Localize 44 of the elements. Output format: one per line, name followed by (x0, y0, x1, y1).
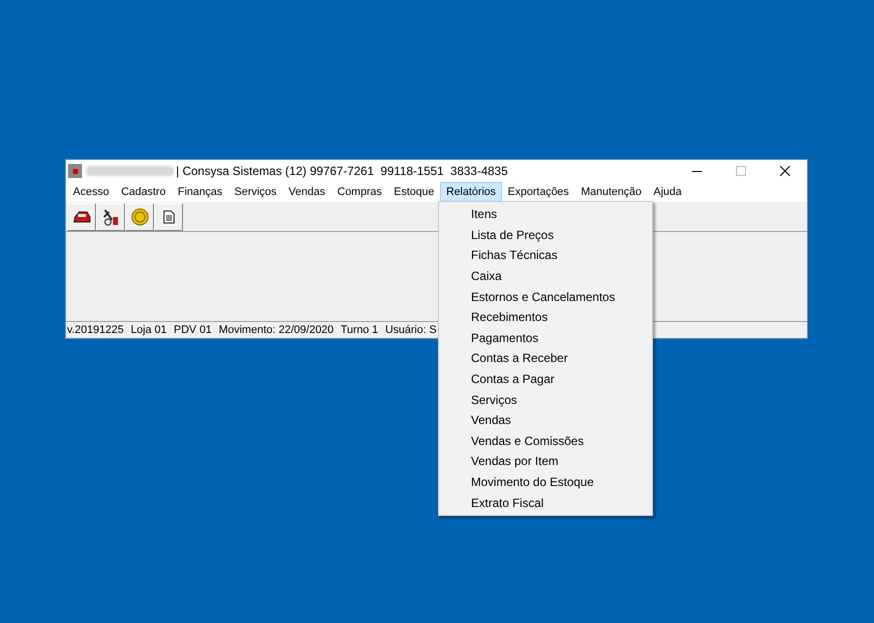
menu-item[interactable]: Serviços (228, 182, 283, 202)
maximize-icon (736, 166, 746, 176)
menu-item[interactable]: Compras (331, 182, 388, 202)
menu-item[interactable]: Ajuda (647, 182, 688, 202)
dropdown-item[interactable]: Serviços (439, 389, 652, 410)
tools-icon (102, 208, 120, 226)
menu-item[interactable]: Manutenção (574, 182, 648, 202)
dropdown-item[interactable]: Vendas (439, 410, 652, 431)
dropdown-item[interactable]: Lista de Preços (439, 224, 652, 246)
status-text: Movimento: 22/09/2020 (218, 322, 334, 338)
minimize-icon (692, 170, 702, 172)
dropdown-item[interactable]: Vendas e Comissões (439, 430, 652, 452)
toolbar-button[interactable] (67, 202, 96, 230)
dropdown-item[interactable]: Itens (439, 204, 652, 225)
status-text: Usuário: S (385, 322, 437, 338)
printer-icon (72, 210, 90, 224)
window-title: | Consysa Sistemas (12) 99767-7261 99118-1551 3833-4835 (176, 163, 508, 180)
coin-icon (130, 208, 148, 226)
menu-item[interactable]: Exportações (502, 182, 575, 202)
status-text: PDV 01 (174, 322, 212, 338)
toolbar-button[interactable] (96, 202, 125, 230)
dropdown-item[interactable]: Estornos e Cancelamentos (439, 286, 652, 307)
status-text: v.20191225 (67, 322, 124, 338)
menu-item[interactable]: Finanças (172, 182, 228, 202)
menu-item[interactable]: Cadastro (115, 182, 172, 202)
dropdown-item[interactable]: Fichas Técnicas (439, 245, 652, 266)
dropdown-item[interactable]: Extrato Fiscal (439, 492, 652, 513)
dropdown-item[interactable]: Contas a Pagar (439, 368, 652, 390)
dropdown-item[interactable]: Caixa (439, 266, 652, 286)
menu-item[interactable]: Estoque (388, 182, 440, 202)
status-text: Loja 01 (130, 322, 167, 338)
menu-item[interactable]: Vendas (282, 182, 332, 202)
dropdown-item[interactable]: Recebimentos (439, 306, 652, 328)
app-icon (68, 164, 82, 178)
close-icon (780, 166, 790, 176)
dropdown-item[interactable]: Pagamentos (439, 328, 652, 348)
status-text: Turno 1 (340, 322, 378, 338)
dropdown-item[interactable]: Vendas por Item (439, 451, 652, 472)
menu-item[interactable]: Relatórios (440, 182, 502, 202)
dropdown-item[interactable]: Movimento do Estoque (439, 472, 652, 492)
dropdown-item[interactable]: Contas a Receber (439, 348, 652, 369)
document-icon (162, 210, 174, 224)
menu-item[interactable]: Acesso (67, 182, 116, 202)
toolbar-button[interactable] (154, 202, 183, 230)
